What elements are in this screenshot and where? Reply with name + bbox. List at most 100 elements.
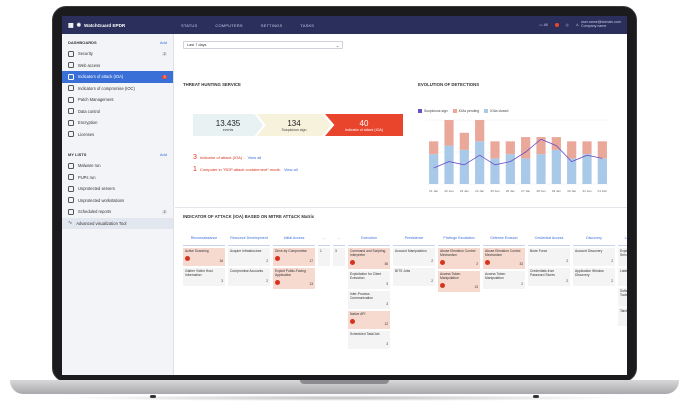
view-all-link[interactable]: View all (284, 167, 298, 172)
matrix-column-header[interactable]: Lateral Movement (618, 230, 627, 246)
matrix-technique-cell[interactable]: Native API 12 (348, 310, 390, 329)
tab-settings[interactable]: SETTINGS (252, 23, 292, 28)
matrix-technique-cell[interactable]: Application Window Discovery 2 (573, 268, 615, 286)
sidebar-item-patch-management[interactable]: Patch Management (62, 94, 173, 106)
matrix-technique-cell[interactable]: Exploit Public-Facing Application 13 (273, 268, 315, 289)
workstation-icon (68, 197, 74, 204)
technique-count: 2 (611, 259, 613, 264)
sidebar-item-licenses[interactable]: Licenses (62, 129, 173, 141)
matrix-technique-cell[interactable]: Access Token Manipulation 2 (483, 270, 525, 289)
bar-pending (582, 141, 592, 155)
matrix-technique-cell[interactable]: Drive-by Compromise 17 (273, 248, 315, 266)
matrix-technique-cell[interactable]: Taint Shared Content2 (618, 308, 627, 326)
matrix-technique-cell[interactable]: Compromise Accounts 2 (228, 268, 270, 286)
add-dashboard-button[interactable]: Add (160, 40, 167, 45)
chart-legend: Suspicious sign IOAs pending IOAs closed (418, 109, 618, 113)
matrix-technique-cell[interactable]: Inter-Process Communication 3 (348, 290, 390, 309)
tab-computers[interactable]: COMPUTERS (206, 23, 251, 28)
alert-badge-icon (275, 255, 280, 261)
grid-icon[interactable]: ▦ (68, 22, 74, 29)
bar-closed (551, 149, 561, 184)
sidebar-item-encryption[interactable]: Encryption (62, 117, 173, 129)
matrix-column-header[interactable]: Persistence (393, 230, 435, 246)
legend-item[interactable]: IOAs pending (452, 109, 479, 113)
legend-item[interactable]: Suspicious sign (418, 109, 448, 113)
matrix-column-header[interactable]: Resource Development (228, 230, 270, 246)
matrix-technique-cell[interactable]: Account Manipulation 2 (393, 248, 435, 266)
matrix-technique-cell[interactable]: Software Deployment Tools2 (618, 288, 627, 306)
magnifier-icon (68, 85, 74, 92)
laptop-foot (533, 395, 539, 398)
laptop-foot (150, 395, 156, 398)
matrix-technique-cell[interactable]: Active Scanning 16 (183, 248, 225, 266)
matrix-technique-cell[interactable]: Exploitation for Client Execution 3 (348, 270, 390, 289)
matrix-technique-cell[interactable]: BITS Jobs 2 (393, 268, 435, 286)
matrix-column-header[interactable]: ... (333, 230, 345, 246)
legend-item[interactable]: IOAs closed (484, 109, 508, 113)
matrix-column: Lateral Movement Exploitation of Remote S… (618, 230, 627, 375)
matrix-technique-cell[interactable]: Scheduled Task/Job 3 (348, 330, 390, 349)
matrix-technique-cell[interactable]: 1 (318, 248, 330, 266)
alert-icon[interactable] (554, 23, 559, 27)
threat-funnel: 13.435 events 134 Suspicious sign 40 Indica… (193, 114, 403, 136)
matrix-technique-cell[interactable]: Lateral Tool Transfer2 (618, 268, 627, 286)
matrix-technique-cell[interactable]: Access Token Manipulation 13 (438, 270, 480, 292)
laptop-shadow (60, 395, 629, 401)
app-logo[interactable]: ▦ ◉ WatchGuard EPDR (62, 22, 172, 29)
list-item-malware-run[interactable]: Malware run (62, 160, 173, 172)
x-tick-label: 26 Jan (506, 189, 515, 193)
matrix-column-header[interactable]: Privilege Escalation (438, 230, 480, 246)
matrix-column-header[interactable]: Discovery (573, 230, 615, 246)
matrix-technique-cell[interactable]: 3 (333, 248, 345, 266)
laptop-screen: ▦ ◉ WatchGuard EPDR STATUS COMPUTERS SET… (62, 16, 627, 375)
matrix-technique-cell[interactable]: Abuse Elevation Control Mechanism 2 (438, 248, 480, 269)
matrix-column-header[interactable]: Reconnaissance (183, 230, 225, 246)
sidebar-item-ioc[interactable]: Indicators of compromise (IOC) (62, 83, 173, 95)
matrix-column-header[interactable]: Execution (348, 230, 390, 246)
matrix-technique-cell[interactable]: Acquire Infrastructure 2 (228, 248, 270, 266)
tab-tasks[interactable]: TASKS (291, 23, 323, 28)
list-item-advanced-visualization[interactable]: ∿ Advanced visualization Tool (62, 217, 173, 229)
alert-badge-icon (485, 259, 490, 265)
funnel-suspicious[interactable]: 134 Suspicious sign (257, 114, 331, 136)
list-item-unprotected-workstations[interactable]: Unprotected workstations (62, 195, 173, 207)
matrix-technique-cell[interactable]: Brute Force 2 (528, 248, 570, 266)
list-item-label: Advanced visualization Tool (76, 220, 127, 226)
matrix-technique-cell[interactable]: Account Discovery 2 (573, 248, 615, 266)
list-item-pups-run[interactable]: PUPs run (62, 172, 173, 184)
sidebar-item-web-access[interactable]: Web access (62, 60, 173, 72)
list-item-unprotected-servers[interactable]: Unprotected servers (62, 183, 173, 195)
period-select[interactable]: Last 7 days ⌄ (183, 41, 343, 49)
database-icon (68, 108, 74, 115)
clock-icon (68, 208, 74, 215)
matrix-technique-cell[interactable]: Exploitation of Remote Services2 (618, 248, 627, 266)
sidebar-item-ioa[interactable]: Indicators of attack (IOA) 3 (62, 71, 173, 83)
sidebar-item-label: Indicators of compromise (IOC) (78, 85, 135, 91)
matrix-column-header[interactable]: Defense Evasion (483, 230, 525, 246)
sidebar-item-data-control[interactable]: Data control (62, 106, 173, 118)
matrix-technique-cell[interactable]: Command and Scripting Interpreter 36 (348, 248, 390, 269)
list-item-scheduled-reports[interactable]: Scheduled reports 2 (62, 206, 173, 218)
matrix-column-header[interactable]: ... (318, 230, 330, 246)
matrix-technique-cell[interactable]: Abuse Elevation Control Mechanism 33 (483, 248, 525, 269)
matrix-column-header[interactable]: Credential Access (528, 230, 570, 246)
server-icon (68, 185, 74, 192)
user-menu[interactable]: ♙ user.name@domain.com Company name (576, 20, 621, 29)
technique-name: Taint Shared Content (620, 309, 627, 313)
tab-status[interactable]: STATUS (172, 23, 206, 28)
shield-icon (68, 50, 74, 57)
sidebar-item-security[interactable]: Security 2 (62, 48, 173, 60)
funnel-events[interactable]: 13.435 events (193, 114, 263, 136)
funnel-ioa[interactable]: 40 Indicator of attack (IOA) (325, 114, 403, 136)
matrix-technique-cell[interactable]: Gather Victim Host Information 3 (183, 268, 225, 286)
add-list-button[interactable]: Add (160, 152, 167, 157)
matrix-column-header[interactable]: Initial Access (273, 230, 315, 246)
help-icon[interactable]: ◎ (566, 23, 569, 27)
matrix-technique-cell[interactable]: Credentials from Password Stores 2 (528, 268, 570, 286)
x-tick-label: 22 Jan (444, 189, 453, 193)
notifications-button[interactable]: ▭ 48 (539, 23, 547, 27)
technique-name: Exploitation of Remote Services (620, 249, 627, 257)
view-all-link[interactable]: View all (248, 155, 262, 160)
x-tick-label: 01 Feb (598, 189, 608, 193)
evolution-chart-svg: 21 Jan 22 Jan 23 Jan 24 Jan 25 Jan 26 Jan 27 J… (426, 119, 610, 193)
